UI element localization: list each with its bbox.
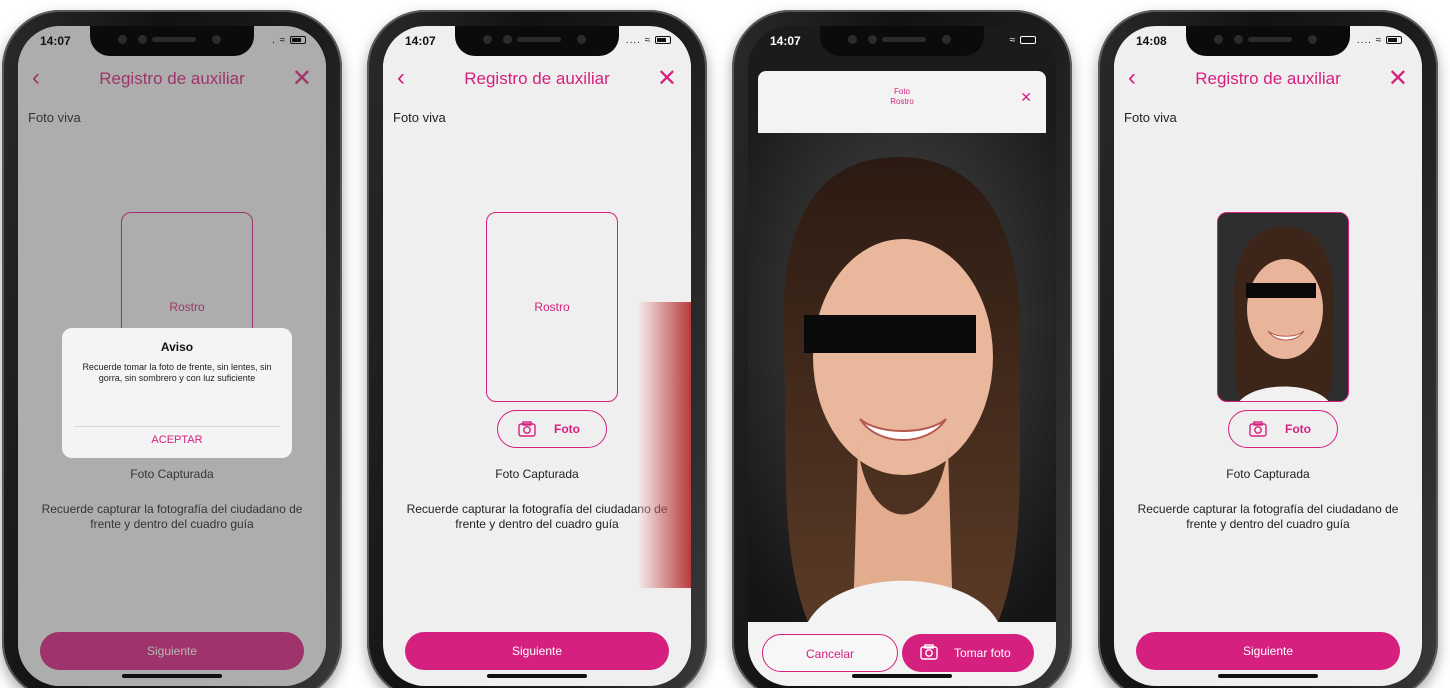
photo-button[interactable]: Foto [1228,410,1338,448]
photo-button-label: Foto [1285,422,1311,436]
captured-photo [1217,212,1349,402]
screen-4: 14:08 .... ≈ ‹ Registro de auxiliar ✕ Fo… [1114,26,1422,686]
photo-button-label: Foto [554,422,580,436]
status-time: 14:07 [405,34,436,48]
camera-sheet-title: Foto Rostro [890,87,914,106]
home-indicator [852,674,952,678]
battery-icon [1020,36,1036,45]
home-indicator [1218,674,1318,678]
status-icons: ≈ [1010,35,1036,46]
section-label: Foto viva [1124,110,1177,125]
camera-icon [1249,421,1267,437]
screen-3: 14:07 ≈ Foto Rostro ✕ Cancelar Tomar fot… [748,26,1056,686]
camera-sheet-header: Foto Rostro ✕ [758,71,1046,133]
hint-text: Recuerde capturar la fotografía del ciud… [406,502,668,531]
battery-icon [655,36,671,45]
section-label: Foto viva [393,110,446,125]
home-indicator [122,674,222,678]
home-indicator [487,674,587,678]
dialog-title: Aviso [160,340,194,354]
next-button[interactable]: Siguiente [405,632,669,670]
phone-4: 14:08 .... ≈ ‹ Registro de auxiliar ✕ Fo… [1098,10,1438,688]
face-thumbnail [1218,213,1348,401]
phone-1: 14:07 . ≈ ‹ Registro de auxiliar ✕ Foto … [2,10,342,688]
camera-icon [920,644,938,660]
battery-icon [290,36,306,45]
next-button[interactable]: Siguiente [1136,632,1400,670]
notch [820,26,984,56]
nav-bar: ‹ Registro de auxiliar ✕ [383,56,691,102]
notch [90,26,254,56]
close-icon[interactable]: ✕ [1020,89,1032,106]
camera-icon [518,421,536,437]
nav-title: Registro de auxiliar [1195,69,1341,88]
nav-title: Registro de auxiliar [464,69,610,88]
close-icon[interactable]: ✕ [1388,64,1408,93]
close-icon[interactable]: ✕ [657,64,677,93]
status-icons: .... ≈ [1357,35,1402,46]
hint-text: Recuerde capturar la fotografía del ciud… [1137,502,1399,531]
status-icons: .... ≈ [626,35,671,46]
face-photo [748,117,1056,622]
status-icons: . ≈ [272,35,306,46]
notice-dialog: Aviso Recuerde tomar la foto de frente, … [62,328,292,458]
notch [455,26,619,56]
take-photo-label: Tomar foto [954,646,1011,660]
frame-label: Rostro [534,300,570,314]
captured-label: Foto Capturada [1226,467,1310,481]
screen-1: 14:07 . ≈ ‹ Registro de auxiliar ✕ Foto … [18,26,326,686]
battery-icon [1386,36,1402,45]
status-time: 14:07 [770,34,801,48]
photo-button[interactable]: Foto [497,410,607,448]
screen-2: 14:07 .... ≈ ‹ Registro de auxiliar ✕ Fo… [383,26,691,686]
nav-bar: ‹ Registro de auxiliar ✕ [1114,56,1422,102]
face-guide-frame: Rostro [486,212,618,402]
phone-2: 14:07 .... ≈ ‹ Registro de auxiliar ✕ Fo… [367,10,707,688]
red-overlay-strip [639,302,691,588]
dialog-message: Recuerde tomar la foto de frente, sin le… [82,362,272,383]
take-photo-button[interactable]: Tomar foto [902,634,1034,672]
dialog-divider [74,426,280,427]
camera-preview [748,117,1056,622]
status-time: 14:08 [1136,34,1167,48]
status-time: 14:07 [40,34,71,48]
phone-3: 14:07 ≈ Foto Rostro ✕ Cancelar Tomar fot… [732,10,1072,688]
accept-button[interactable]: ACEPTAR [62,434,292,446]
cancel-button[interactable]: Cancelar [762,634,898,672]
notch [1186,26,1350,56]
